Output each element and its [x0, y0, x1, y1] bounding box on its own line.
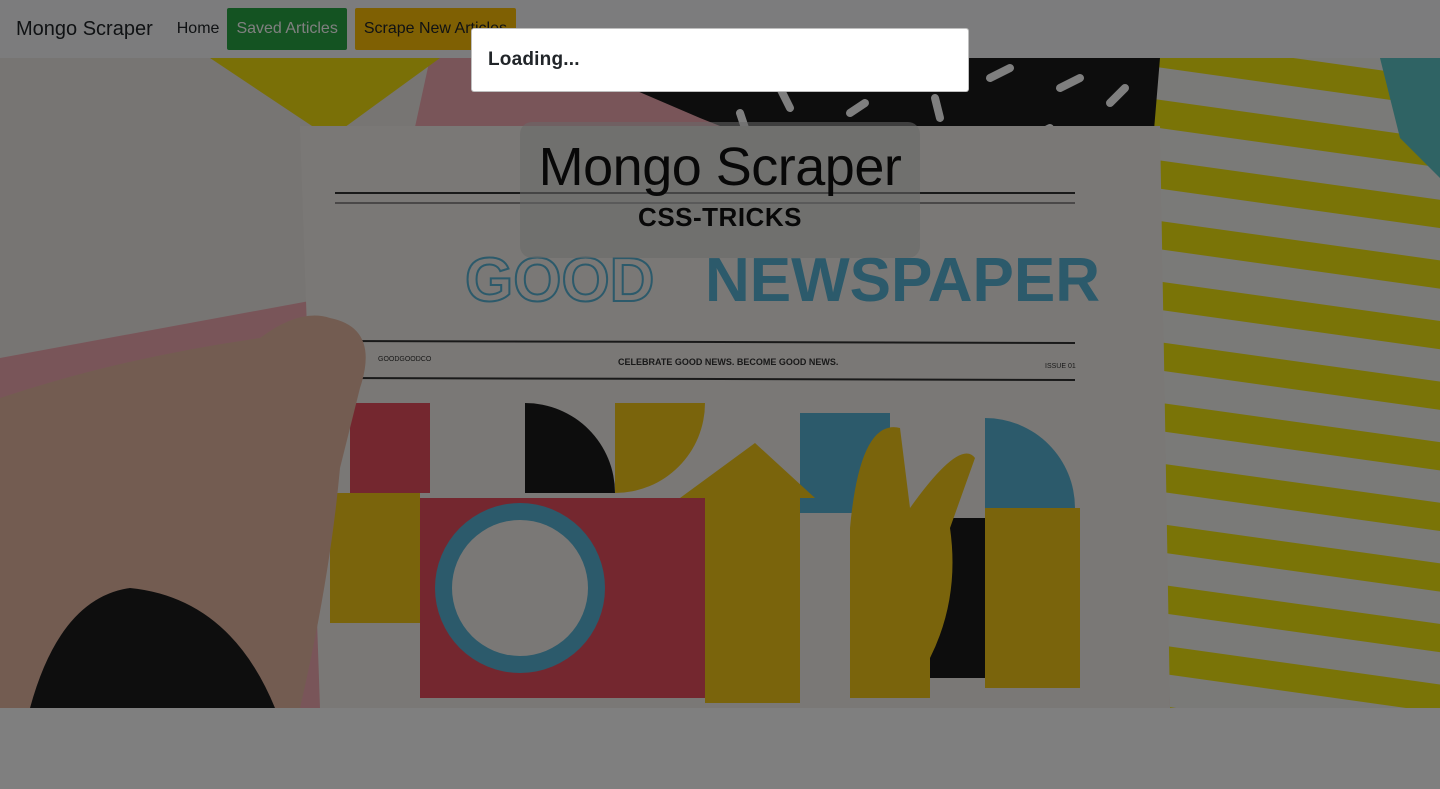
modal-backdrop[interactable]: [0, 0, 1440, 789]
modal-title: Loading...: [488, 49, 580, 70]
loading-modal: Loading...: [471, 28, 969, 92]
